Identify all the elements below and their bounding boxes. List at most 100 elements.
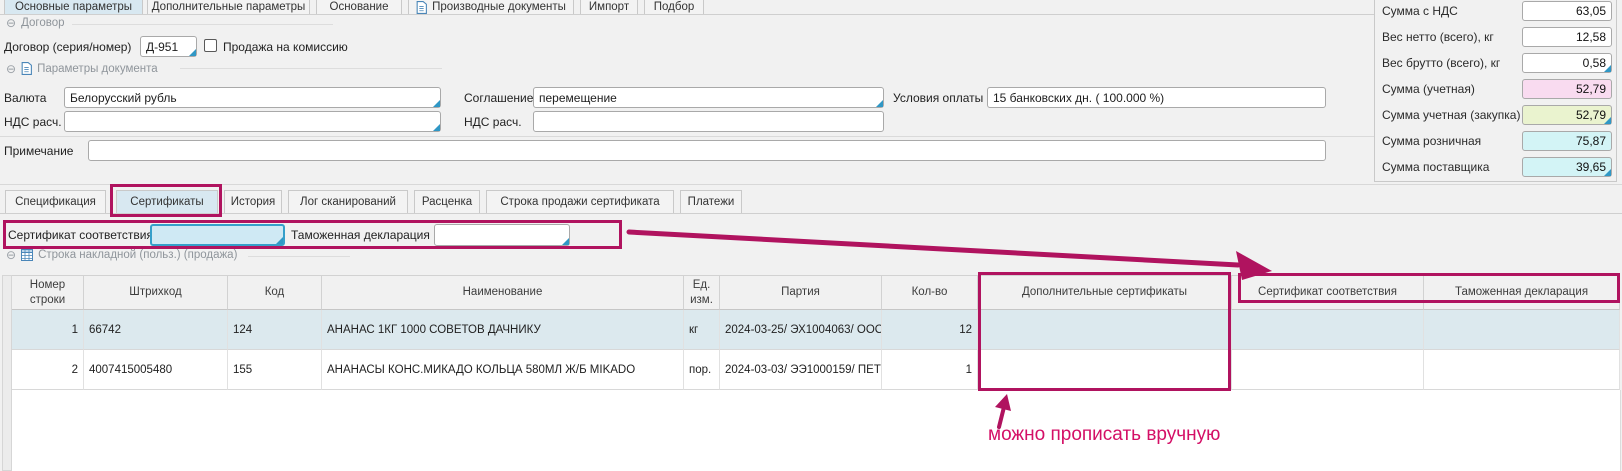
sum-accounting-value[interactable]: 52,79: [1522, 79, 1612, 99]
vat-right-input[interactable]: [534, 112, 883, 131]
group-line: [72, 24, 333, 25]
dropdown-corner-icon: [562, 238, 569, 245]
value: 12,58: [1576, 30, 1606, 44]
cell-quantity[interactable]: 1: [882, 350, 978, 390]
tab-label: Подбор: [654, 1, 695, 13]
cell-name[interactable]: АНАНАСЫ КОНС.МИКАДО КОЛЬЦА 580МЛ Ж/Б MIK…: [322, 350, 684, 390]
tab-certificates[interactable]: Сертификаты: [116, 190, 218, 213]
table-empty-area[interactable]: [12, 390, 1621, 471]
tab-certificate-sale-line[interactable]: Строка продажи сертификата: [486, 190, 674, 213]
cell-customs-declaration[interactable]: [1424, 350, 1620, 390]
contract-number-input[interactable]: [141, 37, 196, 56]
cell-barcode[interactable]: 4007415005480: [84, 350, 228, 390]
value: 0,58: [1583, 56, 1606, 70]
contract-number-field[interactable]: [140, 36, 197, 57]
value: 39,65: [1576, 160, 1606, 174]
cell-certificate[interactable]: [1232, 310, 1424, 350]
certificate-field[interactable]: [150, 224, 285, 246]
net-weight-label: Вес нетто (всего), кг: [1382, 30, 1494, 44]
tab-label: Основание: [330, 1, 389, 13]
column-header-unit[interactable]: Ед. изм.: [684, 275, 720, 310]
cell-barcode[interactable]: 66742: [84, 310, 228, 350]
group-title: Договор: [21, 17, 64, 29]
certificate-input[interactable]: [152, 226, 283, 244]
section-divider: [0, 136, 1374, 137]
tab-payments[interactable]: Платежи: [680, 190, 742, 213]
sum-purchase-value[interactable]: 52,79: [1522, 105, 1612, 125]
table-row[interactable]: 1 66742 124 АНАНАС 1КГ 1000 СОВЕТОВ ДАЧН…: [12, 310, 1620, 350]
currency-field[interactable]: [64, 87, 441, 108]
sum-supplier-value[interactable]: 39,65: [1522, 157, 1612, 177]
tab-import[interactable]: Импорт: [580, 0, 638, 14]
tab-history[interactable]: История: [224, 190, 282, 213]
customs-declaration-field[interactable]: [434, 224, 570, 246]
currency-label: Валюта: [4, 91, 46, 105]
note-field[interactable]: [88, 140, 1326, 161]
group-line: [180, 68, 442, 69]
tab-label: Дополнительные параметры: [152, 1, 306, 13]
cell-batch[interactable]: 2024-03-25/ ЭХ1004063/ ООО ПЕ: [720, 310, 882, 350]
vat-right-field[interactable]: [533, 111, 884, 132]
vat-left-label: НДС расч.: [4, 115, 62, 129]
currency-input[interactable]: [65, 88, 440, 107]
column-header-line-number[interactable]: Номер строки: [12, 275, 84, 310]
tab-main-params[interactable]: Основные параметры: [4, 0, 143, 14]
cell-line-number[interactable]: 2: [12, 350, 84, 390]
collapse-icon[interactable]: ⊖: [6, 249, 16, 261]
column-header-name[interactable]: Наименование: [322, 275, 684, 310]
value: 63,05: [1576, 4, 1606, 18]
tab-selection[interactable]: Подбор: [644, 0, 704, 14]
vat-left-field[interactable]: [64, 111, 441, 132]
tab-label: Платежи: [688, 196, 735, 208]
gross-weight-value[interactable]: 0,58: [1522, 53, 1612, 73]
column-header-batch[interactable]: Партия: [720, 275, 882, 310]
row-selector-gutter: [2, 275, 12, 471]
value: 52,79: [1576, 82, 1606, 96]
vat-left-input[interactable]: [65, 112, 440, 131]
cell-quantity[interactable]: 12: [882, 310, 978, 350]
commission-checkbox[interactable]: [204, 39, 217, 52]
agreement-input[interactable]: [534, 88, 883, 107]
collapse-icon[interactable]: ⊖: [6, 17, 16, 29]
column-header-additional-certificates[interactable]: Дополнительные сертификаты: [978, 275, 1232, 310]
cell-unit[interactable]: пор.: [684, 350, 720, 390]
table-row[interactable]: 2 4007415005480 155 АНАНАСЫ КОНС.МИКАДО …: [12, 350, 1620, 390]
cell-line-number[interactable]: 1: [12, 310, 84, 350]
column-header-customs-declaration[interactable]: Таможенная декларация: [1424, 275, 1620, 310]
sum-with-vat-value[interactable]: 63,05: [1522, 1, 1612, 21]
tab-additional-params[interactable]: Дополнительные параметры: [147, 0, 310, 14]
dropdown-corner-icon: [1604, 65, 1611, 72]
cell-unit[interactable]: кг: [684, 310, 720, 350]
tab-label: История: [231, 196, 276, 208]
agreement-field[interactable]: [533, 87, 884, 108]
tab-pricing[interactable]: Расценка: [414, 190, 480, 213]
agreement-label: Соглашение: [464, 91, 533, 105]
cell-code[interactable]: 155: [228, 350, 322, 390]
cell-customs-declaration[interactable]: [1424, 310, 1620, 350]
cell-certificate[interactable]: [1232, 350, 1424, 390]
payment-terms-field[interactable]: [987, 87, 1326, 108]
column-header-quantity[interactable]: Кол-во: [882, 275, 978, 310]
note-input[interactable]: [89, 141, 1325, 160]
tab-specification[interactable]: Спецификация: [5, 190, 106, 213]
sum-with-vat-label: Сумма с НДС: [1382, 4, 1458, 18]
column-header-certificate[interactable]: Сертификат соответствия: [1232, 275, 1424, 310]
cell-additional-certificates[interactable]: [978, 350, 1232, 390]
sum-accounting-label: Сумма (учетная): [1382, 82, 1475, 96]
tab-scan-log[interactable]: Лог сканирований: [288, 190, 408, 213]
cell-name[interactable]: АНАНАС 1КГ 1000 СОВЕТОВ ДАЧНИКУ: [322, 310, 684, 350]
value: 52,79: [1576, 108, 1606, 122]
dropdown-corner-icon: [433, 124, 440, 131]
column-header-code[interactable]: Код: [228, 275, 322, 310]
cell-additional-certificates[interactable]: [978, 310, 1232, 350]
net-weight-value[interactable]: 12,58: [1522, 27, 1612, 47]
cell-code[interactable]: 124: [228, 310, 322, 350]
customs-declaration-input[interactable]: [435, 225, 569, 245]
collapse-icon[interactable]: ⊖: [6, 63, 16, 75]
payment-terms-input[interactable]: [988, 88, 1325, 107]
cell-batch[interactable]: 2024-03-03/ ЭЭ1000159/ ПЕТРОК: [720, 350, 882, 390]
sum-retail-value[interactable]: 75,87: [1522, 131, 1612, 151]
tab-basis[interactable]: Основание: [316, 0, 402, 14]
tab-derived-documents[interactable]: Производные документы: [408, 0, 574, 14]
column-header-barcode[interactable]: Штрихкод: [84, 275, 228, 310]
